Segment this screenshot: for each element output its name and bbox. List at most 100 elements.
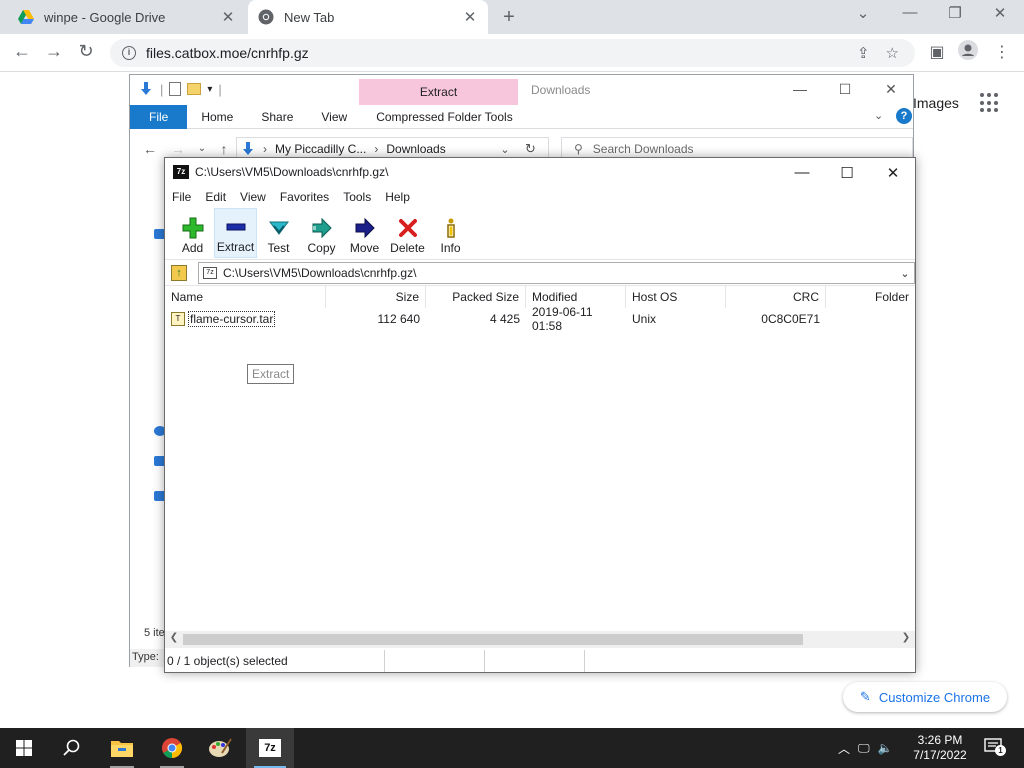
close-tab-icon[interactable]: ✕: [220, 8, 236, 26]
ribbon-tab-home[interactable]: Home: [187, 105, 247, 129]
folder-up-icon[interactable]: ↑: [171, 265, 187, 281]
customize-qa-icon[interactable]: ▾: [207, 84, 212, 95]
move-icon: [354, 215, 376, 241]
file-explorer-taskbar[interactable]: [98, 728, 146, 768]
column-host-os[interactable]: Host OS: [626, 286, 726, 308]
sevenzip-taskbar[interactable]: 7z: [246, 728, 294, 768]
close-window-icon[interactable]: ✕: [881, 164, 905, 182]
ribbon-expand-icon[interactable]: ⌄: [874, 109, 883, 122]
chrome-icon: [258, 9, 274, 25]
pencil-icon: ✎: [859, 689, 871, 704]
back-icon[interactable]: ←: [10, 41, 34, 62]
close-window-icon[interactable]: ✕: [881, 81, 901, 98]
minimize-icon[interactable]: —: [895, 4, 925, 21]
ribbon-tab-view[interactable]: View: [307, 105, 361, 129]
column-folders[interactable]: Folder: [826, 286, 915, 308]
site-info-icon[interactable]: i: [122, 46, 136, 60]
sevenzip-window[interactable]: 7z C:\Users\VM5\Downloads\cnrhfp.gz\ — ☐…: [164, 157, 916, 673]
menu-tools[interactable]: Tools: [343, 190, 371, 204]
column-size[interactable]: Size: [326, 286, 426, 308]
add-button[interactable]: Add: [171, 208, 214, 258]
delete-icon: [397, 215, 419, 241]
column-name[interactable]: Name: [165, 286, 326, 308]
chrome-taskbar[interactable]: [148, 728, 196, 768]
profile-avatar[interactable]: [958, 40, 978, 65]
column-crc[interactable]: CRC: [726, 286, 826, 308]
extract-button[interactable]: Extract: [214, 208, 257, 258]
network-icon[interactable]: 🖵: [858, 741, 870, 756]
reload-icon[interactable]: ↻: [74, 41, 98, 62]
breadcrumb-item[interactable]: Downloads: [386, 142, 445, 156]
minimize-icon[interactable]: —: [790, 164, 814, 181]
chevron-down-icon[interactable]: ⌄: [896, 267, 914, 280]
chevron-up-icon[interactable]: ︿: [838, 740, 850, 757]
paint-palette-icon: [209, 738, 232, 757]
recent-dropdown-icon[interactable]: ⌄: [192, 143, 212, 154]
new-tab-button[interactable]: +: [498, 6, 520, 29]
volume-icon[interactable]: 🔈: [878, 741, 893, 755]
side-panel-icon[interactable]: ▣: [927, 42, 947, 62]
close-window-icon[interactable]: ✕: [985, 4, 1015, 22]
customize-chrome-button[interactable]: ✎ Customize Chrome: [843, 682, 1007, 712]
column-packed-size[interactable]: Packed Size: [426, 286, 526, 308]
help-icon[interactable]: ?: [896, 108, 912, 124]
type-column-header[interactable]: Type:: [130, 649, 164, 667]
horizontal-scrollbar[interactable]: ❮ ❯: [165, 631, 915, 648]
bookmark-star-icon[interactable]: ☆: [886, 44, 899, 62]
menu-kebab-icon[interactable]: ⋮: [992, 42, 1012, 62]
info-button[interactable]: Info: [429, 208, 472, 258]
tab-title: New Tab: [284, 9, 335, 25]
scroll-right-icon[interactable]: ❯: [898, 632, 914, 643]
properties-icon[interactable]: [169, 82, 182, 96]
delete-button[interactable]: Delete: [386, 208, 429, 258]
menu-view[interactable]: View: [240, 190, 266, 204]
menu-file[interactable]: File: [172, 190, 191, 204]
table-row[interactable]: T flame-cursor.tar 112 640 4 425 2019-06…: [165, 305, 915, 333]
menu-edit[interactable]: Edit: [205, 190, 226, 204]
minimize-icon[interactable]: —: [790, 81, 810, 97]
address-bar[interactable]: i files.catbox.moe/cnrhfp.gz ⇪ ☆: [110, 39, 915, 67]
search-button[interactable]: [48, 728, 96, 768]
refresh-icon[interactable]: ↻: [525, 141, 536, 157]
maximize-icon[interactable]: ☐: [835, 164, 859, 182]
test-button[interactable]: Test: [257, 208, 300, 258]
extract-icon: [225, 214, 247, 240]
tab-new-tab[interactable]: New Tab ✕: [248, 0, 488, 34]
forward-icon[interactable]: →: [42, 41, 66, 62]
start-button[interactable]: [0, 728, 48, 768]
path-input[interactable]: 7z C:\Users\VM5\Downloads\cnrhfp.gz\ ⌄: [198, 262, 915, 284]
new-folder-icon[interactable]: [187, 83, 202, 95]
back-icon[interactable]: ←: [140, 141, 160, 157]
menu-favorites[interactable]: Favorites: [280, 190, 329, 204]
copy-button[interactable]: Copy: [300, 208, 343, 258]
system-tray: ︿ 🖵 🔈: [838, 728, 893, 768]
menu-help[interactable]: Help: [385, 190, 410, 204]
maximize-icon[interactable]: ☐: [835, 81, 855, 98]
restore-icon[interactable]: ❐: [940, 4, 970, 22]
close-tab-icon[interactable]: ✕: [462, 8, 478, 26]
ribbon-tab-share[interactable]: Share: [247, 105, 307, 129]
scroll-left-icon[interactable]: ❮: [166, 632, 182, 643]
copy-icon: [311, 215, 333, 241]
tab-search-icon[interactable]: ⌄: [848, 4, 878, 22]
tab-google-drive[interactable]: winpe - Google Drive ✕: [8, 0, 246, 34]
address-dropdown-icon[interactable]: ⌄: [495, 143, 515, 156]
clock[interactable]: 3:26 PM 7/17/2022: [902, 733, 978, 763]
up-icon[interactable]: ↑: [214, 141, 234, 157]
images-link[interactable]: Images: [913, 95, 959, 111]
notifications-button[interactable]: 1: [984, 738, 1006, 756]
apps-grid-icon[interactable]: [980, 93, 1000, 113]
ribbon-tab-compressed-tools[interactable]: Compressed Folder Tools: [361, 105, 529, 129]
ribbon-tab-file[interactable]: File: [130, 105, 188, 129]
explorer-status-text: 5 ite: [144, 627, 165, 639]
move-button[interactable]: Move: [343, 208, 386, 258]
breadcrumb-item[interactable]: My Piccadilly C...: [275, 142, 366, 156]
paint-taskbar[interactable]: [196, 728, 244, 768]
extract-context-tab[interactable]: Extract: [359, 79, 518, 105]
folder-icon: [111, 741, 133, 757]
scroll-thumb[interactable]: [183, 634, 803, 645]
url-text: files.catbox.moe/cnrhfp.gz: [146, 45, 309, 61]
forward-icon[interactable]: →: [168, 141, 188, 157]
share-icon[interactable]: ⇪: [857, 44, 870, 62]
explorer-window-title: Downloads: [531, 83, 591, 97]
